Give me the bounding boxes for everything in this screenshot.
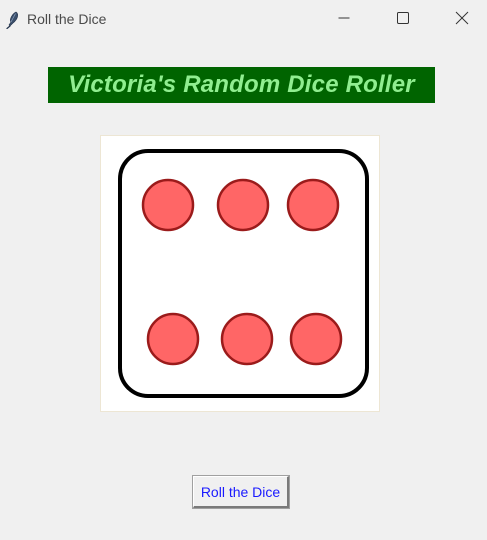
die-pip [286,178,340,232]
die-pip [146,312,200,366]
minimize-button[interactable] [321,0,367,40]
die-pip [289,312,343,366]
die-face [118,149,369,398]
banner-title: Victoria's Random Dice Roller [68,71,415,98]
close-button[interactable] [439,0,485,40]
close-icon [455,11,469,30]
feather-icon [5,11,21,30]
maximize-button[interactable] [380,0,426,40]
roll-dice-button[interactable]: Roll the Dice [192,475,290,509]
minimize-icon [338,11,350,29]
dice-canvas [100,135,380,412]
die-pip [141,178,195,232]
maximize-icon [397,11,409,29]
die-pip [220,312,274,366]
title-bar[interactable]: Roll the Dice [0,0,487,40]
window-title: Roll the Dice [27,11,107,27]
die-pip [216,178,270,232]
app-window: Roll the Dice Victoria's Random Dice Rol… [0,0,487,540]
title-banner: Victoria's Random Dice Roller [48,67,435,103]
